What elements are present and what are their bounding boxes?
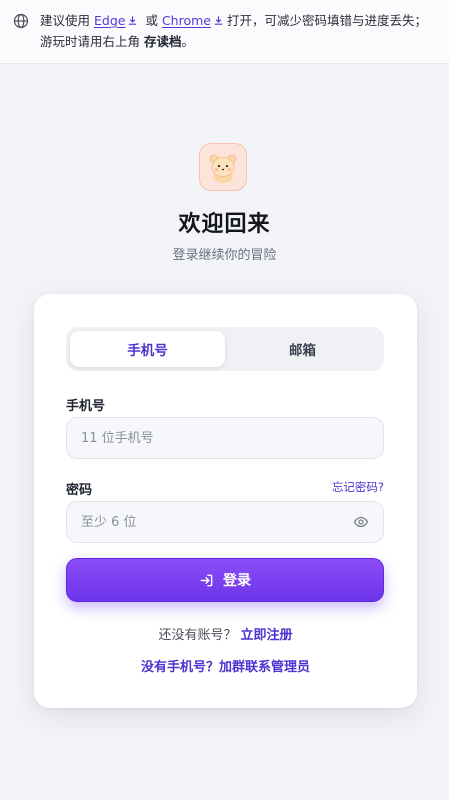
phone-field <box>66 417 384 459</box>
login-method-tabs: 手机号 邮箱 <box>66 327 384 371</box>
notice-or: 或 <box>145 13 158 28</box>
password-input[interactable] <box>81 514 353 530</box>
tab-email[interactable]: 邮箱 <box>225 331 380 367</box>
phone-label: 手机号 <box>66 399 106 414</box>
no-account-text: 还没有账号？ <box>158 628 237 643</box>
page-title: 欢迎回来 <box>178 212 271 237</box>
login-card: 手机号 邮箱 手机号 密码 忘记密码? 登录 还没有账号？ 立即注册 没有手机号？… <box>34 294 417 708</box>
download-icon <box>129 16 137 25</box>
login-button[interactable]: 登录 <box>66 558 384 602</box>
download-icon <box>214 16 223 25</box>
show-password-icon[interactable] <box>353 514 369 530</box>
password-label: 密码 <box>66 483 93 498</box>
notice-prefix: 建议使用 <box>40 13 91 28</box>
login-button-label: 登录 <box>223 573 251 589</box>
page-subtitle: 登录继续你的冒险 <box>172 248 277 263</box>
browser-notice-banner: 建议使用 Edge 或 Chrome 打开，可减少密码填错与进度丢失；游玩时请用右… <box>0 0 449 64</box>
globe-icon <box>13 13 29 29</box>
phone-input[interactable] <box>81 430 369 446</box>
register-link[interactable]: 立即注册 <box>241 628 293 643</box>
login-icon <box>200 574 213 586</box>
forgot-password-link[interactable]: 忘记密码? <box>332 479 384 495</box>
register-prompt: 还没有账号？ 立即注册 <box>34 624 417 643</box>
bear-logo <box>199 143 247 191</box>
chrome-link[interactable]: Chrome <box>162 13 211 28</box>
edge-link[interactable]: Edge <box>94 13 125 28</box>
bear-icon <box>209 154 237 183</box>
contact-admin-link[interactable]: 没有手机号？加群联系管理员 <box>34 656 417 675</box>
notice-end: 。 <box>181 34 195 49</box>
notice-save-label: 存读档 <box>144 34 182 49</box>
tab-phone[interactable]: 手机号 <box>70 331 225 367</box>
password-field <box>66 501 384 543</box>
